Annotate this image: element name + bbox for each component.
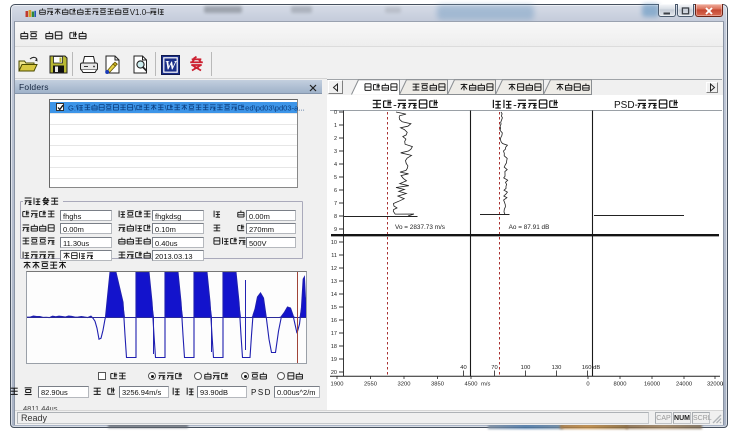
svg-text:19: 19 <box>331 357 337 363</box>
svg-text:7: 7 <box>334 201 337 207</box>
svg-text:6: 6 <box>334 188 337 194</box>
svg-text:8000: 8000 <box>614 382 627 388</box>
svg-text:0: 0 <box>334 110 337 116</box>
svg-text:16000: 16000 <box>644 382 660 388</box>
svg-text:m/s: m/s <box>481 382 490 388</box>
svg-text:24000: 24000 <box>676 382 692 388</box>
svg-text:3850: 3850 <box>431 382 444 388</box>
svg-text:W: W <box>165 58 178 73</box>
svg-text:-: - <box>513 100 517 112</box>
svg-text:-: - <box>393 100 397 112</box>
svg-text:0: 0 <box>586 382 589 388</box>
svg-text:40: 40 <box>460 365 466 371</box>
svg-text:4: 4 <box>334 162 337 168</box>
svg-text:70: 70 <box>491 365 497 371</box>
svg-text:2: 2 <box>334 136 337 142</box>
svg-text:15: 15 <box>331 305 337 311</box>
svg-text:10: 10 <box>331 240 337 246</box>
svg-text:17: 17 <box>331 331 337 337</box>
svg-text:ed\pd03\pd03-a...: ed\pd03\pd03-a... <box>245 103 305 112</box>
svg-text:1900: 1900 <box>331 382 344 388</box>
svg-text:1: 1 <box>334 123 337 129</box>
svg-text:Vo = 2837.73 m/s: Vo = 2837.73 m/s <box>395 224 445 231</box>
svg-text:100: 100 <box>521 365 531 371</box>
svg-text:16: 16 <box>331 318 337 324</box>
svg-text:3: 3 <box>334 149 337 155</box>
svg-text:20: 20 <box>331 370 337 376</box>
svg-text:9: 9 <box>334 227 337 233</box>
svg-text:13: 13 <box>331 279 337 285</box>
svg-text:u: u <box>722 382 723 388</box>
svg-text:3200: 3200 <box>398 382 411 388</box>
svg-text:G:\: G:\ <box>68 103 79 112</box>
svg-text:160 dB: 160 dB <box>582 365 601 371</box>
svg-text:2550: 2550 <box>364 382 377 388</box>
svg-text:32000: 32000 <box>707 382 723 388</box>
svg-text:8: 8 <box>334 214 337 220</box>
svg-text:Ao = 87.91 dB: Ao = 87.91 dB <box>509 224 550 231</box>
svg-text:12: 12 <box>331 266 337 272</box>
svg-text:130: 130 <box>552 365 562 371</box>
svg-text:18: 18 <box>331 344 337 350</box>
svg-text:11: 11 <box>331 253 337 259</box>
svg-text:5: 5 <box>334 175 337 181</box>
svg-text:4500: 4500 <box>465 382 478 388</box>
svg-text:14: 14 <box>331 292 337 298</box>
